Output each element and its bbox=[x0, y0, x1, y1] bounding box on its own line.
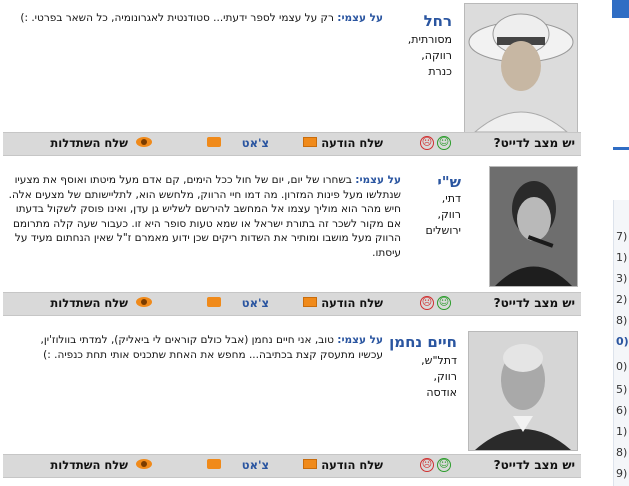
eye-icon[interactable] bbox=[136, 297, 152, 307]
actions-bar: יש מצב לדייט? ☺ ☹ שלח הודעה צ'אט שלח השת… bbox=[3, 454, 581, 478]
list-item[interactable]: (7 bbox=[616, 230, 627, 243]
list-item[interactable]: (8 bbox=[616, 314, 627, 327]
list-item[interactable]: (3 bbox=[616, 272, 627, 285]
chat-button[interactable]: צ'אט bbox=[242, 458, 269, 472]
about-text: רק על עצמי לספר ידעתי... סטודנטית לאגרונ… bbox=[20, 12, 334, 24]
profile-photo[interactable] bbox=[464, 3, 578, 133]
date-question: יש מצב לדייט? bbox=[493, 136, 575, 150]
profile-details: דתל"ש, רווק, אודסה bbox=[421, 354, 457, 399]
happy-face-icon[interactable]: ☺ bbox=[437, 458, 451, 472]
chat-button[interactable]: צ'אט bbox=[242, 296, 269, 310]
date-question: יש מצב לדייט? bbox=[493, 458, 575, 472]
sidebar-divider bbox=[613, 147, 629, 150]
profile-name[interactable]: רחל bbox=[424, 12, 452, 30]
date-question: יש מצב לדייט? bbox=[493, 296, 575, 310]
about-label: על עצמי: bbox=[355, 174, 401, 186]
about-text: בשחרו של יום, יום של חול ככל הימים, קם א… bbox=[8, 174, 401, 259]
eye-icon[interactable] bbox=[136, 137, 152, 147]
list-item[interactable]: (1 bbox=[616, 425, 627, 438]
chat-icon[interactable] bbox=[207, 297, 221, 307]
chat-button[interactable]: צ'אט bbox=[242, 136, 269, 150]
sad-face-icon[interactable]: ☹ bbox=[420, 296, 434, 310]
list-item[interactable]: (0 bbox=[616, 360, 627, 373]
about-label: על עצמי: bbox=[337, 334, 383, 346]
about-label: על עצמי: bbox=[337, 12, 383, 24]
profile-name[interactable]: ש"י bbox=[437, 173, 461, 191]
sad-face-icon[interactable]: ☹ bbox=[420, 136, 434, 150]
happy-face-icon[interactable]: ☺ bbox=[437, 296, 451, 310]
eye-icon[interactable] bbox=[136, 459, 152, 469]
send-message-button[interactable]: שלח הודעה bbox=[321, 296, 383, 310]
list-item[interactable]: (0 bbox=[616, 335, 629, 348]
envelope-icon[interactable] bbox=[303, 137, 317, 147]
send-message-button[interactable]: שלח הודעה bbox=[321, 458, 383, 472]
profile-card: ש"י דתי, רווק, ירושלים על עצמי: בשחרו של… bbox=[3, 163, 581, 319]
profile-name[interactable]: חיים נחמן bbox=[389, 333, 457, 351]
profile-photo[interactable] bbox=[468, 331, 578, 451]
send-flirt-button[interactable]: שלח השתדלות bbox=[50, 458, 128, 472]
about-text: טוב, אני חיים נחמן (אבל כולם קוראים לי ב… bbox=[40, 334, 384, 361]
profile-photo[interactable] bbox=[489, 166, 578, 287]
about-section: על עצמי: בשחרו של יום, יום של חול ככל הי… bbox=[7, 173, 401, 261]
profile-card: חיים נחמן דתל"ש, רווק, אודסה על עצמי: טו… bbox=[3, 325, 581, 481]
happy-face-icon[interactable]: ☺ bbox=[437, 136, 451, 150]
send-flirt-button[interactable]: שלח השתדלות bbox=[50, 136, 128, 150]
envelope-icon[interactable] bbox=[303, 297, 317, 307]
portrait-image bbox=[465, 4, 577, 132]
envelope-icon[interactable] bbox=[303, 459, 317, 469]
send-message-button[interactable]: שלח הודעה bbox=[321, 136, 383, 150]
portrait-image bbox=[469, 332, 577, 450]
list-item[interactable]: (1 bbox=[616, 251, 627, 264]
chat-icon[interactable] bbox=[207, 137, 221, 147]
sad-face-icon[interactable]: ☹ bbox=[420, 458, 434, 472]
actions-bar: יש מצב לדייט? ☺ ☹ שלח הודעה צ'אט שלח השת… bbox=[3, 292, 581, 316]
list-item[interactable]: (9 bbox=[616, 467, 627, 480]
sidebar-header bbox=[612, 0, 629, 18]
list-item[interactable]: (2 bbox=[616, 293, 627, 306]
profile-details: מסורתית, רווקה, כנרת bbox=[407, 33, 452, 78]
about-section: על עצמי: רק על עצמי לספר ידעתי... סטודנט… bbox=[13, 11, 383, 26]
profile-card: רחל מסורתית, רווקה, כנרת על עצמי: רק על … bbox=[3, 0, 581, 157]
list-item[interactable]: (5 bbox=[616, 383, 627, 396]
actions-bar: יש מצב לדייט? ☺ ☹ שלח הודעה צ'אט שלח השת… bbox=[3, 132, 581, 156]
send-flirt-button[interactable]: שלח השתדלות bbox=[50, 296, 128, 310]
list-item[interactable]: (8 bbox=[616, 446, 627, 459]
chat-icon[interactable] bbox=[207, 459, 221, 469]
right-sidebar: (7 (1 (3 (2 (8 (0 (0 (5 (6 (1 (8 (9 bbox=[600, 0, 629, 486]
portrait-image bbox=[490, 167, 577, 286]
about-section: על עצמי: טוב, אני חיים נחמן (אבל כולם קו… bbox=[33, 333, 384, 362]
list-item[interactable]: (6 bbox=[616, 404, 627, 417]
profile-details: דתי, רווק, ירושלים bbox=[425, 192, 461, 237]
